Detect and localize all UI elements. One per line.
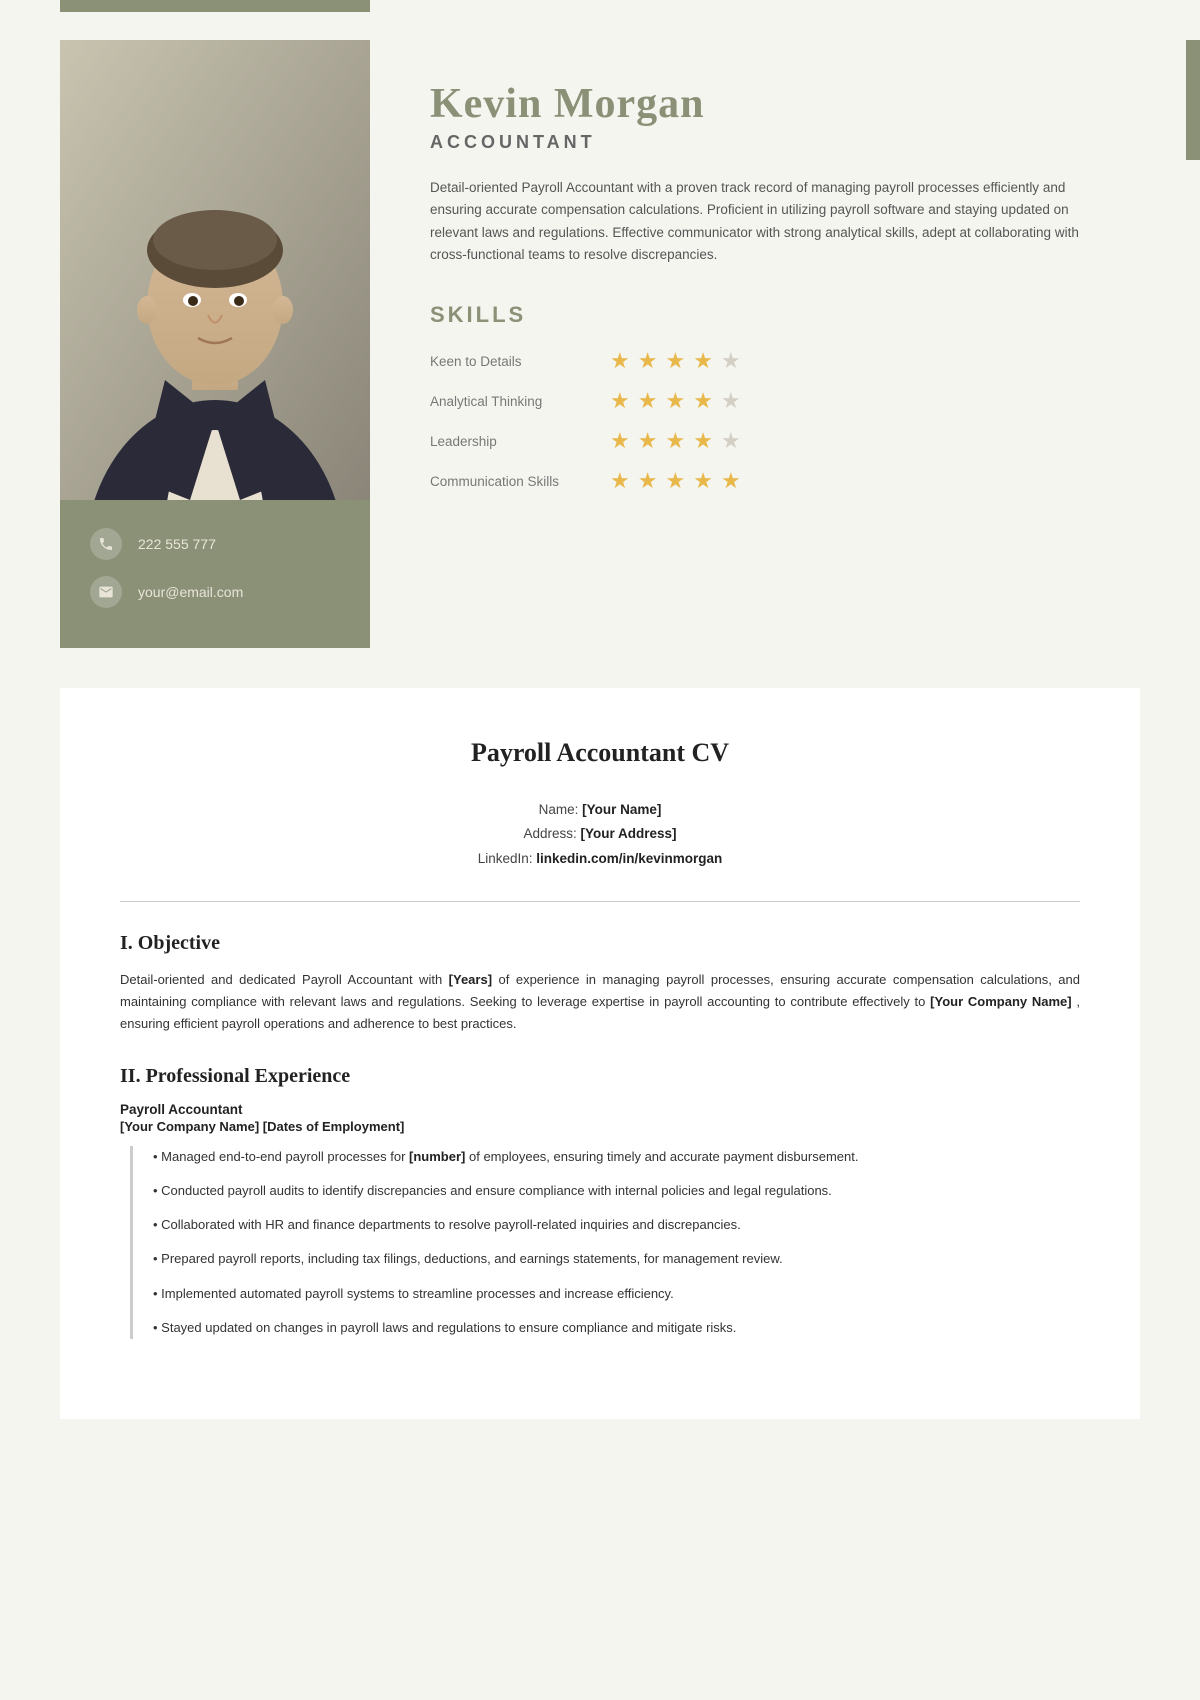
star-4: ★	[693, 348, 713, 374]
star-2: ★	[638, 348, 658, 374]
star-3: ★	[665, 348, 685, 374]
bullet-item-1: • Managed end-to-end payroll processes f…	[153, 1146, 1080, 1168]
skill-stars-analytical: ★ ★ ★ ★ ★	[610, 388, 741, 414]
photo-area	[60, 40, 370, 500]
skills-heading: SKILLS	[430, 302, 1100, 328]
star-1: ★	[610, 468, 630, 494]
top-card: 222 555 777 your@email.com Kevin Morgan …	[0, 0, 1200, 648]
skill-name-leadership: Leadership	[430, 434, 610, 449]
obj-text-1: Detail-oriented and dedicated Payroll Ac…	[120, 972, 442, 987]
email-icon	[90, 576, 122, 608]
skill-name-keen: Keen to Details	[430, 354, 610, 369]
bullet-item-4: • Prepared payroll reports, including ta…	[153, 1248, 1080, 1270]
right-accent-bar	[1186, 40, 1200, 160]
star-1: ★	[610, 348, 630, 374]
skill-row-communication: Communication Skills ★ ★ ★ ★ ★	[430, 468, 1100, 494]
star-3: ★	[665, 388, 685, 414]
skill-row-leadership: Leadership ★ ★ ★ ★ ★	[430, 428, 1100, 454]
cv-title: Payroll Accountant CV	[120, 738, 1080, 768]
skill-stars-keen: ★ ★ ★ ★ ★	[610, 348, 741, 374]
skills-section: SKILLS Keen to Details ★ ★ ★ ★ ★ Analyti…	[430, 302, 1100, 494]
objective-body: Detail-oriented and dedicated Payroll Ac…	[120, 969, 1080, 1035]
email-item: your@email.com	[90, 576, 340, 608]
cv-address-label: Address:	[523, 826, 576, 841]
experience-title: II. Professional Experience	[120, 1065, 1080, 1088]
cv-divider	[120, 901, 1080, 902]
obj-bold-2: [Your Company Name]	[930, 994, 1071, 1009]
star-4: ★	[693, 388, 713, 414]
email-address: your@email.com	[138, 584, 243, 600]
objective-title: I. Objective	[120, 932, 1080, 955]
bullet-item-6: • Stayed updated on changes in payroll l…	[153, 1317, 1080, 1339]
star-4: ★	[693, 428, 713, 454]
bullet-item-2: • Conducted payroll audits to identify d…	[153, 1180, 1080, 1202]
profile-photo	[60, 40, 370, 500]
cv-name-value: [Your Name]	[582, 802, 661, 817]
cv-main: Payroll Accountant CV Name: [Your Name] …	[60, 688, 1140, 1419]
objective-section: I. Objective Detail-oriented and dedicat…	[120, 932, 1080, 1035]
job-title-text: Payroll Accountant	[120, 1102, 1080, 1117]
cv-linkedin-label: LinkedIn:	[478, 851, 533, 866]
phone-icon	[90, 528, 122, 560]
bullet-item-3: • Collaborated with HR and finance depar…	[153, 1214, 1080, 1236]
star-2: ★	[638, 388, 658, 414]
star-3: ★	[665, 468, 685, 494]
right-panel: Kevin Morgan ACCOUNTANT Detail-oriented …	[370, 40, 1140, 648]
skill-name-analytical: Analytical Thinking	[430, 394, 610, 409]
job-company-text: [Your Company Name] [Dates of Employment…	[120, 1119, 1080, 1134]
cv-contact-info: Name: [Your Name] Address: [Your Address…	[120, 798, 1080, 871]
bio-text: Detail-oriented Payroll Accountant with …	[430, 177, 1100, 266]
star-4: ★	[693, 468, 713, 494]
skill-stars-leadership: ★ ★ ★ ★ ★	[610, 428, 741, 454]
contact-box: 222 555 777 your@email.com	[60, 500, 370, 636]
star-5: ★	[721, 388, 741, 414]
star-1: ★	[610, 388, 630, 414]
person-job-title: ACCOUNTANT	[430, 132, 1100, 153]
star-2: ★	[638, 468, 658, 494]
star-5: ★	[721, 428, 741, 454]
skill-name-communication: Communication Skills	[430, 474, 610, 489]
top-accent-bar	[60, 0, 370, 12]
star-5: ★	[721, 348, 741, 374]
skill-stars-communication: ★ ★ ★ ★ ★	[610, 468, 741, 494]
bottom-accent-bar	[60, 636, 370, 648]
bullet-item-5: • Implemented automated payroll systems …	[153, 1283, 1080, 1305]
cv-linkedin-value: linkedin.com/in/kevinmorgan	[536, 851, 722, 866]
phone-number: 222 555 777	[138, 536, 216, 552]
star-5: ★	[721, 468, 741, 494]
bullet-bold-1: [number]	[409, 1149, 465, 1164]
cv-address-value: [Your Address]	[581, 826, 677, 841]
experience-section: II. Professional Experience Payroll Acco…	[120, 1065, 1080, 1339]
obj-bold-1: [Years]	[449, 972, 492, 987]
left-panel: 222 555 777 your@email.com	[60, 40, 370, 648]
skill-row-keen: Keen to Details ★ ★ ★ ★ ★	[430, 348, 1100, 374]
star-1: ★	[610, 428, 630, 454]
cv-name-label: Name:	[539, 802, 579, 817]
skill-row-analytical: Analytical Thinking ★ ★ ★ ★ ★	[430, 388, 1100, 414]
person-name: Kevin Morgan	[430, 80, 1100, 128]
star-3: ★	[665, 428, 685, 454]
bullet-list: • Managed end-to-end payroll processes f…	[130, 1146, 1080, 1339]
phone-item: 222 555 777	[90, 528, 340, 560]
star-2: ★	[638, 428, 658, 454]
